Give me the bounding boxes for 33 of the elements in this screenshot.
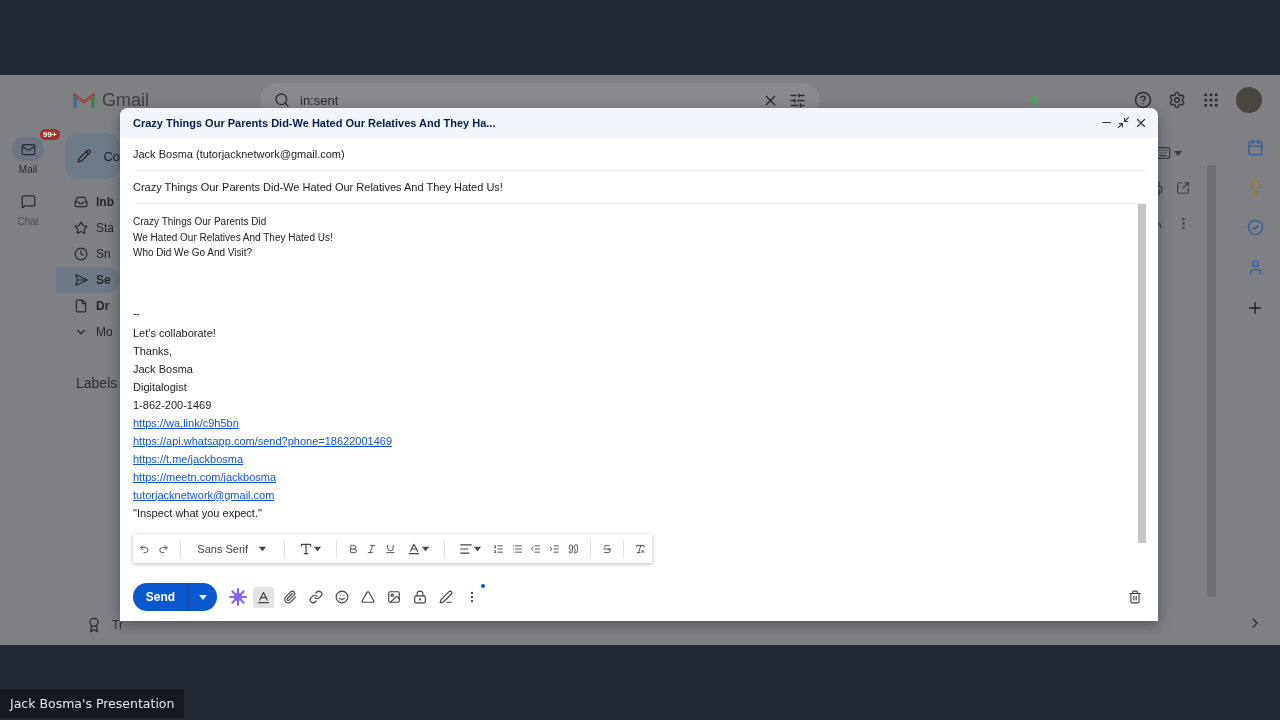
signature-link[interactable]: https://t.me/jackbosma xyxy=(133,449,244,468)
signature-link[interactable]: tutorjacknetwork@gmail.com xyxy=(133,485,275,504)
message-line: Who Did We Go And Visit? xyxy=(133,246,254,260)
nav-item[interactable]: Sn xyxy=(56,241,120,267)
nav-item[interactable]: Sta xyxy=(56,215,120,241)
send-button[interactable]: Send xyxy=(133,583,189,611)
footer-text[interactable]: Tr xyxy=(112,618,123,632)
unread-badge: 99+ xyxy=(40,129,60,140)
nav-item[interactable]: Se xyxy=(56,267,120,293)
nav-item[interactable]: Mo xyxy=(56,319,120,345)
presentation-label: Jack Bosma's Presentation xyxy=(0,689,185,718)
signature-line: Jack Bosma xyxy=(133,361,193,377)
gmail-logo: Gmail xyxy=(102,89,149,111)
signature-line: Thanks, xyxy=(133,343,173,359)
from-field[interactable]: Jack Bosma (tutorjacknetwork@gmail.com) xyxy=(133,138,1145,171)
signature-link[interactable]: https://wa.link/c9h5bn xyxy=(133,413,239,432)
compose-title: Crazy Things Our Parents Did-We Hated Our Relatives And They Ha... xyxy=(133,117,497,129)
compose-button[interactable]: Co xyxy=(65,133,120,179)
nav-item[interactable]: Dr xyxy=(56,293,120,319)
font-select[interactable]: Sans Serif xyxy=(191,537,274,560)
subject-field[interactable]: Crazy Things Our Parents Did-We Hated Our Relatives And They Hated Us! xyxy=(133,171,1145,204)
message-line: We Hated Our Relatives And They Hated Us! xyxy=(133,230,334,245)
signature-link[interactable]: https://meetn.com/jackbosma xyxy=(133,467,277,486)
signature-link[interactable]: https://api.whatsapp.com/send?phone=18622001469 xyxy=(133,431,392,450)
message-line: Crazy Things Our Parents Did xyxy=(133,215,268,229)
signature-line: 1-862-200-1469 xyxy=(133,397,212,413)
nav-item[interactable]: Inb xyxy=(56,189,120,215)
signature-line: Digitalogist xyxy=(133,379,187,395)
labels-heading: Labels xyxy=(76,375,118,391)
rail-label: Mail xyxy=(18,164,38,175)
signature-separator: -- xyxy=(133,307,141,319)
signature-line: Let's collaborate! xyxy=(133,325,216,341)
signature-line: "Inspect what you expect." xyxy=(133,505,262,521)
